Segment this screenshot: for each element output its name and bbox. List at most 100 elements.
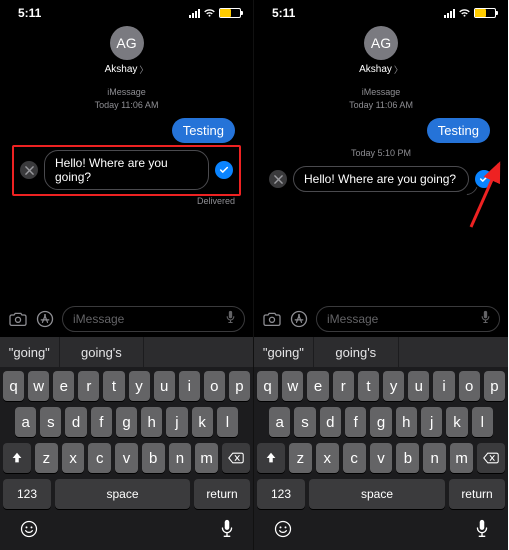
key-space[interactable]: space: [55, 479, 190, 509]
key-v[interactable]: v: [370, 443, 393, 473]
key-d[interactable]: d: [65, 407, 86, 437]
edit-message-row: Hello! Where are you going?: [262, 164, 500, 192]
suggestion-2[interactable]: going's: [314, 337, 399, 367]
keyboard: q w e r t y u i o p a s d f g h j k l: [254, 367, 508, 550]
key-r[interactable]: r: [78, 371, 99, 401]
key-b[interactable]: b: [142, 443, 165, 473]
key-g[interactable]: g: [370, 407, 391, 437]
key-123[interactable]: 123: [257, 479, 305, 509]
dictation-icon[interactable]: [480, 310, 491, 328]
key-shift[interactable]: [257, 443, 285, 473]
key-l[interactable]: l: [472, 407, 493, 437]
key-w[interactable]: w: [282, 371, 303, 401]
key-q[interactable]: q: [257, 371, 278, 401]
edit-message-field[interactable]: Hello! Where are you going?: [293, 166, 469, 192]
key-t[interactable]: t: [103, 371, 124, 401]
key-s[interactable]: s: [40, 407, 61, 437]
key-b[interactable]: b: [396, 443, 419, 473]
conversation-header[interactable]: AG Akshay 〉: [254, 22, 508, 82]
key-w[interactable]: w: [28, 371, 49, 401]
signal-icon: [189, 9, 200, 18]
key-c[interactable]: c: [343, 443, 366, 473]
dictation-icon[interactable]: [225, 310, 236, 328]
conversation-header[interactable]: AG Akshay 〉: [0, 22, 253, 82]
key-o[interactable]: o: [204, 371, 225, 401]
key-x[interactable]: x: [316, 443, 339, 473]
camera-icon[interactable]: [8, 311, 28, 327]
key-m[interactable]: m: [450, 443, 473, 473]
suggestion-1[interactable]: "going": [254, 337, 314, 367]
key-j[interactable]: j: [166, 407, 187, 437]
avatar[interactable]: AG: [110, 26, 144, 60]
key-p[interactable]: p: [229, 371, 250, 401]
suggestion-3[interactable]: [399, 337, 508, 367]
key-space[interactable]: space: [309, 479, 445, 509]
outgoing-message[interactable]: Testing: [427, 118, 490, 143]
key-z[interactable]: z: [35, 443, 58, 473]
key-y[interactable]: y: [383, 371, 404, 401]
key-c[interactable]: c: [88, 443, 111, 473]
battery-icon: [474, 8, 496, 18]
appstore-icon[interactable]: [35, 309, 55, 329]
key-k[interactable]: k: [446, 407, 467, 437]
key-v[interactable]: v: [115, 443, 138, 473]
key-n[interactable]: n: [423, 443, 446, 473]
suggestion-2[interactable]: going's: [60, 337, 145, 367]
mic-icon[interactable]: [475, 519, 489, 544]
edit-message-row: Hello! Where are you going?: [12, 145, 241, 196]
avatar[interactable]: AG: [364, 26, 398, 60]
key-u[interactable]: u: [154, 371, 175, 401]
outgoing-message[interactable]: Testing: [172, 118, 235, 143]
key-l[interactable]: l: [217, 407, 238, 437]
cancel-edit-button[interactable]: [269, 170, 287, 188]
key-o[interactable]: o: [459, 371, 480, 401]
key-q[interactable]: q: [3, 371, 24, 401]
compose-input[interactable]: iMessage: [316, 306, 500, 332]
emoji-icon[interactable]: [273, 519, 293, 544]
confirm-edit-button[interactable]: [215, 161, 233, 179]
key-x[interactable]: x: [62, 443, 85, 473]
key-shift[interactable]: [3, 443, 31, 473]
key-m[interactable]: m: [195, 443, 218, 473]
key-a[interactable]: a: [269, 407, 290, 437]
key-backspace[interactable]: [477, 443, 505, 473]
key-f[interactable]: f: [91, 407, 112, 437]
suggestion-bar: "going" going's: [0, 337, 253, 367]
key-n[interactable]: n: [169, 443, 192, 473]
key-p[interactable]: p: [484, 371, 505, 401]
key-h[interactable]: h: [141, 407, 162, 437]
edit-message-field[interactable]: Hello! Where are you going?: [44, 150, 209, 190]
key-g[interactable]: g: [116, 407, 137, 437]
suggestion-3[interactable]: [144, 337, 253, 367]
key-backspace[interactable]: [222, 443, 250, 473]
key-u[interactable]: u: [408, 371, 429, 401]
key-123[interactable]: 123: [3, 479, 51, 509]
key-k[interactable]: k: [192, 407, 213, 437]
key-e[interactable]: e: [307, 371, 328, 401]
mic-icon[interactable]: [220, 519, 234, 544]
key-t[interactable]: t: [358, 371, 379, 401]
key-e[interactable]: e: [53, 371, 74, 401]
key-i[interactable]: i: [179, 371, 200, 401]
status-bar: 5:11: [0, 0, 253, 22]
key-j[interactable]: j: [421, 407, 442, 437]
key-return[interactable]: return: [449, 479, 505, 509]
key-h[interactable]: h: [396, 407, 417, 437]
camera-icon[interactable]: [262, 311, 282, 327]
right-screenshot: 5:11 AG Akshay 〉 iMessage Today 11:06 AM…: [254, 0, 508, 550]
key-s[interactable]: s: [294, 407, 315, 437]
key-r[interactable]: r: [333, 371, 354, 401]
key-y[interactable]: y: [129, 371, 150, 401]
key-a[interactable]: a: [15, 407, 36, 437]
key-d[interactable]: d: [320, 407, 341, 437]
cancel-edit-button[interactable]: [20, 161, 38, 179]
key-z[interactable]: z: [289, 443, 312, 473]
appstore-icon[interactable]: [289, 309, 309, 329]
key-return[interactable]: return: [194, 479, 250, 509]
emoji-icon[interactable]: [19, 519, 39, 544]
compose-input[interactable]: iMessage: [62, 306, 245, 332]
confirm-edit-button[interactable]: [475, 170, 493, 188]
key-f[interactable]: f: [345, 407, 366, 437]
key-i[interactable]: i: [433, 371, 454, 401]
suggestion-1[interactable]: "going": [0, 337, 60, 367]
